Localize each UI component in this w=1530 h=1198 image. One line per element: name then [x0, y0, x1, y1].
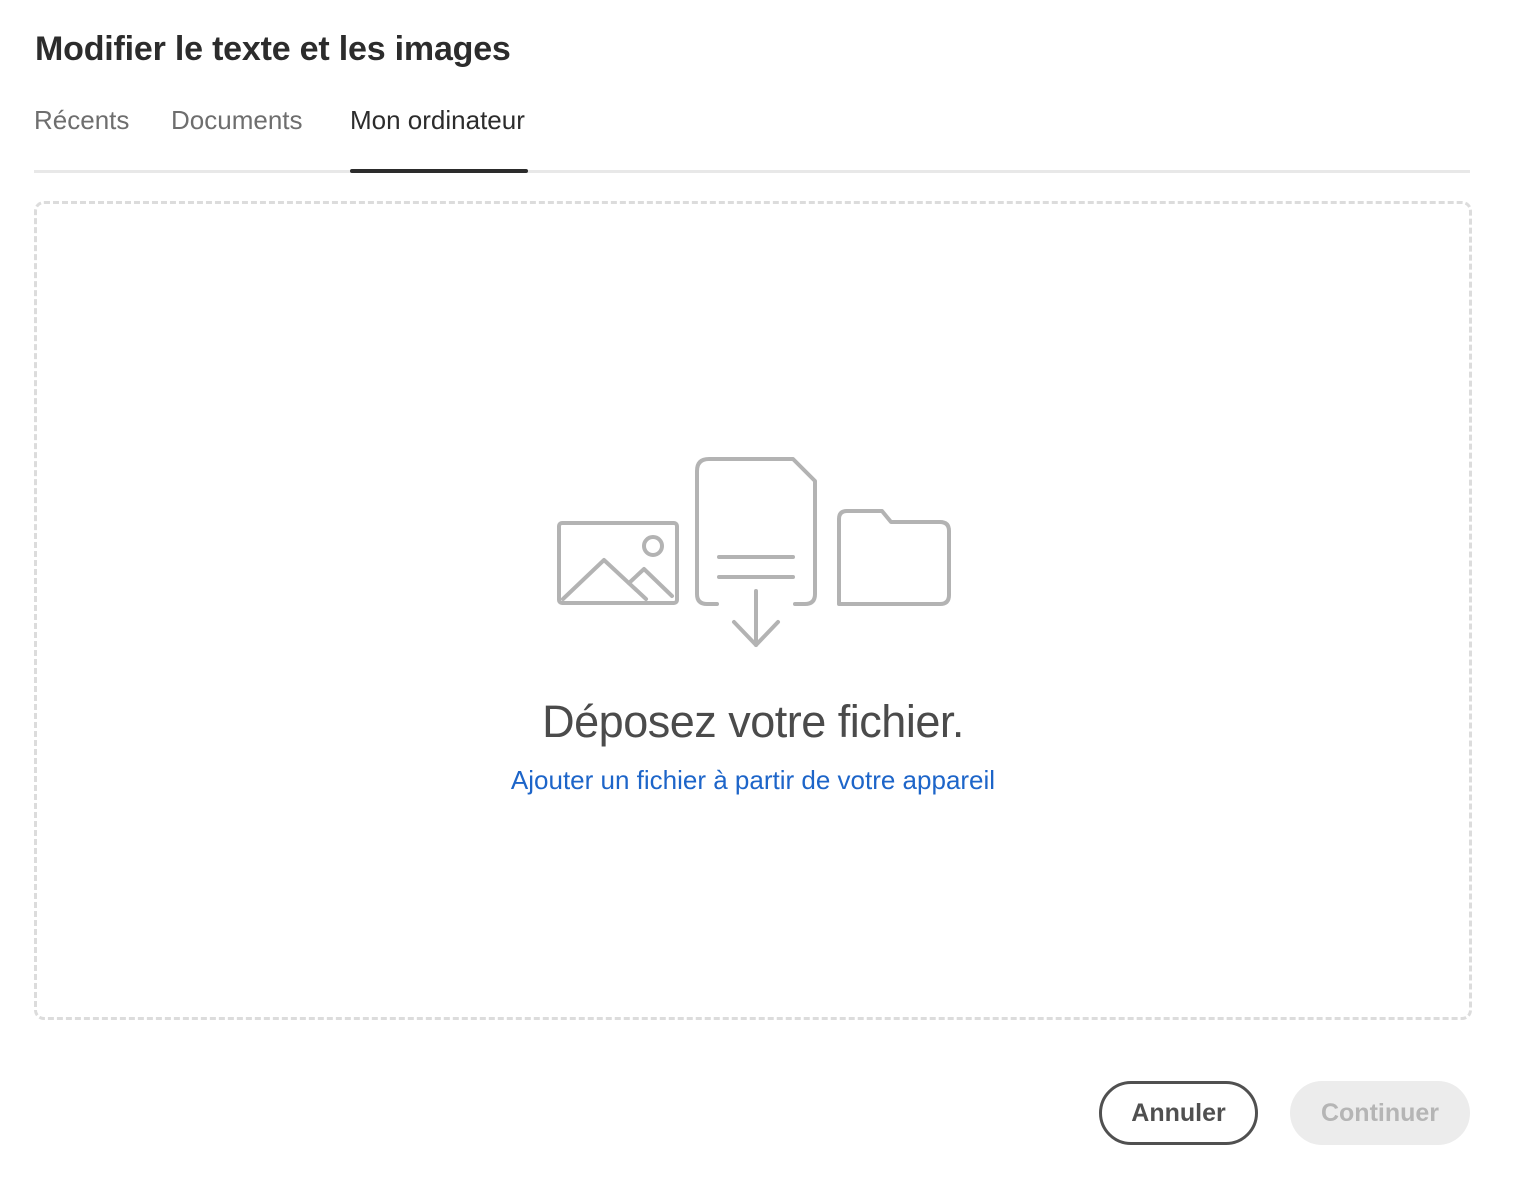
dialog-title: Modifier le texte et les images — [35, 30, 511, 68]
tab-documents[interactable]: Documents — [171, 105, 303, 170]
upload-illustration — [557, 457, 951, 647]
drop-instruction: Déposez votre fichier. — [542, 696, 964, 747]
add-file-from-device-link[interactable]: Ajouter un fichier à partir de votre app… — [37, 765, 1469, 796]
cancel-button[interactable]: Annuler — [1099, 1081, 1258, 1145]
tab-bar: Récents Documents Mon ordinateur — [34, 100, 1470, 173]
continue-button[interactable]: Continuer — [1290, 1081, 1470, 1145]
image-icon — [557, 521, 679, 605]
folder-icon — [837, 509, 951, 606]
tab-mon-ordinateur[interactable]: Mon ordinateur — [350, 105, 525, 170]
tab-recents[interactable]: Récents — [34, 105, 129, 170]
document-download-icon — [695, 457, 817, 647]
file-drop-zone[interactable]: Déposez votre fichier. Ajouter un fichie… — [34, 201, 1472, 1020]
active-tab-indicator — [350, 169, 528, 173]
